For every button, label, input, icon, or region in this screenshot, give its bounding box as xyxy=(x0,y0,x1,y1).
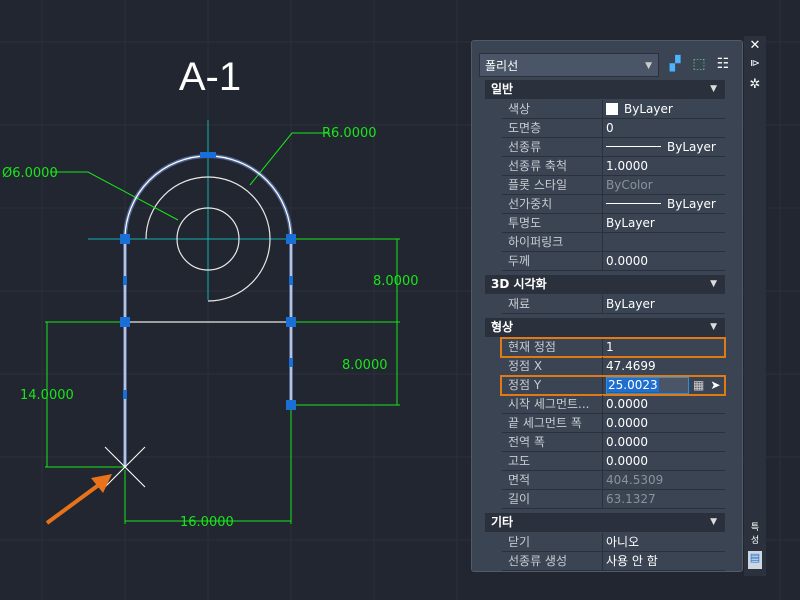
section-title: 기타 xyxy=(491,515,514,529)
chevron-down-icon: ▼ xyxy=(645,61,652,71)
section-header[interactable]: 3D 시각화 ▼ xyxy=(485,275,725,294)
property-row[interactable]: 길이 63.1327 xyxy=(502,490,725,509)
dim-right-upper: 8.0000 xyxy=(373,274,419,289)
property-label: 면적 xyxy=(508,473,531,487)
property-label: 정점 X xyxy=(508,359,543,373)
properties-palette: 폴리선 ▼ ▞ ⬚ ☷ 일반 ▼ 색상 ByLayer 도면층 0 선종류 ByLayer 선종류… xyxy=(471,40,743,572)
property-row[interactable]: 끝 세그먼트 폭 0.0000 xyxy=(502,414,725,433)
property-value: 0.0000 xyxy=(606,435,648,449)
property-value: 1.0000 xyxy=(606,159,648,173)
drawing-title: A-1 xyxy=(179,55,241,99)
property-label: 길이 xyxy=(508,492,531,506)
chevron-down-icon: ▼ xyxy=(710,84,717,94)
section-header[interactable]: 일반 ▼ xyxy=(485,80,725,99)
property-value: 47.4699 xyxy=(606,359,656,373)
property-row[interactable]: 투명도 ByLayer xyxy=(502,214,725,233)
dim-bottom-width: 16.0000 xyxy=(180,515,234,530)
property-label: 재료 xyxy=(508,297,531,311)
property-row[interactable]: 색상 ByLayer xyxy=(502,100,725,119)
palette-side-label: 특성 xyxy=(750,523,760,546)
property-label: 고도 xyxy=(508,454,531,468)
property-value: 0.0000 xyxy=(606,254,648,268)
property-value: 0 xyxy=(606,121,614,135)
select-objects-icon[interactable]: ⬚ xyxy=(689,54,709,74)
property-row[interactable]: 선가중치 ByLayer xyxy=(502,195,725,214)
property-label: 하이퍼링크 xyxy=(508,235,564,249)
dim-radius: R6.0000 xyxy=(322,126,377,141)
property-label: 끝 세그먼트 폭 xyxy=(508,416,582,430)
property-row[interactable]: 두께 0.0000 xyxy=(502,252,725,271)
property-row[interactable]: 하이퍼링크 xyxy=(502,233,725,252)
property-value: ByLayer xyxy=(667,140,716,154)
chevron-down-icon: ▼ xyxy=(710,279,717,289)
property-label: 선가중치 xyxy=(508,197,553,211)
property-label: 선종류 축척 xyxy=(508,159,568,173)
toggle-pickadd-icon[interactable]: ☷ xyxy=(713,54,733,74)
dim-right-lower: 8.0000 xyxy=(342,358,388,373)
dim-diameter: Ø6.0000 xyxy=(2,166,58,181)
section-title: 형상 xyxy=(491,320,514,334)
property-label: 닫기 xyxy=(508,535,531,549)
highlight-box xyxy=(500,337,726,358)
property-row[interactable]: 닫기 아니오 xyxy=(502,533,725,552)
property-label: 시작 세그먼트... xyxy=(508,397,590,411)
property-label: 전역 폭 xyxy=(508,435,545,449)
linetype-sample xyxy=(606,146,661,147)
dimensions xyxy=(45,132,400,524)
property-row[interactable]: 선종류 생성 사용 안 함 xyxy=(502,552,725,571)
property-label: 색상 xyxy=(508,102,531,116)
property-row[interactable]: 선종류 축척 1.0000 xyxy=(502,157,725,176)
property-label: 도면층 xyxy=(508,121,542,135)
highlight-box xyxy=(500,375,726,396)
property-label: 선종류 생성 xyxy=(508,554,568,568)
annotation-arrow-icon xyxy=(45,474,112,525)
property-value: ByLayer xyxy=(606,216,655,230)
chevron-down-icon: ▼ xyxy=(710,322,717,332)
section-title: 일반 xyxy=(491,82,514,96)
property-row[interactable]: 선종류 ByLayer xyxy=(502,138,725,157)
quick-select-icon[interactable]: ▞ xyxy=(665,54,685,74)
property-value: 0.0000 xyxy=(606,454,648,468)
properties-tab-icon[interactable]: ▤ xyxy=(748,551,762,569)
property-row[interactable]: 도면층 0 xyxy=(502,119,725,138)
property-label: 플롯 스타일 xyxy=(508,178,568,192)
autohide-icon[interactable]: ⧐ xyxy=(748,58,762,69)
property-row[interactable]: 면적 404.5309 xyxy=(502,471,725,490)
property-row[interactable]: 전역 폭 0.0000 xyxy=(502,433,725,452)
dim-left-height: 14.0000 xyxy=(20,388,74,403)
property-value: 사용 안 함 xyxy=(606,554,658,568)
section-title: 3D 시각화 xyxy=(491,277,547,291)
property-row[interactable]: 고도 0.0000 xyxy=(502,452,725,471)
property-row[interactable]: 플롯 스타일 ByColor xyxy=(502,176,725,195)
property-label: 투명도 xyxy=(508,216,542,230)
property-label: 두께 xyxy=(508,254,531,268)
property-value: 0.0000 xyxy=(606,416,648,430)
linetype-sample xyxy=(606,203,661,204)
color-swatch xyxy=(606,103,618,115)
object-type-value: 폴리선 xyxy=(485,59,519,73)
property-value: ByLayer xyxy=(606,297,655,311)
property-label: 선종류 xyxy=(508,140,542,154)
close-icon[interactable]: ✕ xyxy=(748,38,762,53)
property-value: ByColor xyxy=(606,178,653,192)
property-row[interactable]: 재료 ByLayer xyxy=(502,295,725,314)
property-value: ByLayer xyxy=(624,102,673,116)
property-value: 63.1327 xyxy=(606,492,656,506)
object-type-dropdown[interactable]: 폴리선 ▼ xyxy=(479,53,659,77)
property-value: ByLayer xyxy=(667,197,716,211)
section-header[interactable]: 기타 ▼ xyxy=(485,513,725,532)
section-header[interactable]: 형상 ▼ xyxy=(485,318,725,337)
property-value: 404.5309 xyxy=(606,473,664,487)
settings-icon[interactable]: ✲ xyxy=(748,77,762,92)
property-row[interactable]: 정점 X 47.4699 xyxy=(502,357,725,376)
property-value: 아니오 xyxy=(606,535,640,549)
property-row[interactable]: 시작 세그먼트... 0.0000 xyxy=(502,395,725,414)
palette-sidebar: ✕ ⧐ ✲ 특성 ▤ xyxy=(744,36,766,576)
chevron-down-icon: ▼ xyxy=(710,517,717,527)
property-value: 0.0000 xyxy=(606,397,648,411)
